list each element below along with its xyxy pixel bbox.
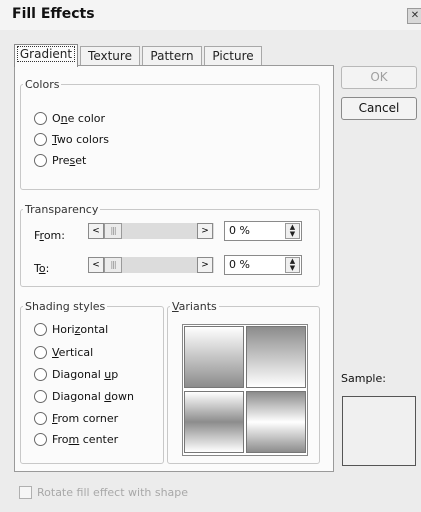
- sample-preview: [342, 396, 416, 466]
- radio-button-icon: [34, 367, 47, 381]
- shading-diagonal-up[interactable]: Diagonal up: [34, 367, 118, 383]
- shading-vertical[interactable]: Vertical: [34, 345, 93, 361]
- from-label: From:: [34, 229, 65, 242]
- from-transparency-value: 0 %: [229, 224, 250, 237]
- color-option-two[interactable]: Two colors: [34, 132, 109, 148]
- variants-legend: Variants: [172, 300, 217, 313]
- from-slider-thumb[interactable]: |||: [104, 223, 122, 239]
- shading-diagonal-down[interactable]: Diagonal down: [34, 389, 134, 405]
- color-option-preset-label: Preset: [52, 154, 87, 167]
- radio-button-icon: [34, 132, 47, 146]
- radio-button-icon: [34, 389, 47, 403]
- to-transparency-field[interactable]: 0 % ▲ ▼: [224, 255, 302, 275]
- rotate-fill-label: Rotate fill effect with shape: [37, 486, 189, 499]
- shading-from-center[interactable]: From center: [34, 432, 118, 448]
- from-slider-right-arrow-icon[interactable]: >: [197, 223, 213, 239]
- shading-from-corner-label: From corner: [52, 412, 119, 425]
- shading-from-corner[interactable]: From corner: [34, 411, 118, 427]
- radio-button-icon: [34, 111, 47, 125]
- spin-down-icon[interactable]: ▼: [286, 265, 299, 272]
- variant-top-left[interactable]: [184, 326, 244, 388]
- shading-from-center-label: From center: [52, 433, 119, 446]
- title-bar: Fill Effects ✕: [0, 0, 421, 30]
- to-label: To:: [34, 262, 50, 275]
- variants-grid: [182, 324, 308, 456]
- radio-button-icon: [34, 322, 47, 336]
- shading-horizontal-label: Horizontal: [52, 323, 109, 336]
- sample-label: Sample:: [341, 372, 386, 385]
- to-transparency-value: 0 %: [229, 258, 250, 271]
- color-option-one[interactable]: One color: [34, 111, 105, 127]
- spin-down-icon[interactable]: ▼: [286, 231, 299, 238]
- tab-gradient[interactable]: Gradient: [14, 44, 78, 67]
- close-icon[interactable]: ✕: [407, 8, 421, 24]
- from-slider-left-arrow-icon[interactable]: <: [88, 223, 104, 239]
- tab-gradient-label: Gradient: [16, 46, 76, 62]
- to-spin-button[interactable]: ▲ ▼: [285, 257, 300, 273]
- tab-texture[interactable]: Texture: [80, 46, 140, 66]
- radio-button-icon: [34, 432, 47, 446]
- shading-horizontal[interactable]: Horizontal: [34, 322, 108, 338]
- dialog-title: Fill Effects: [12, 6, 95, 22]
- shading-styles-legend: Shading styles: [25, 300, 106, 313]
- rotate-fill-checkbox[interactable]: Rotate fill effect with shape: [19, 485, 189, 500]
- color-option-preset[interactable]: Preset: [34, 153, 86, 169]
- variant-bottom-right[interactable]: [246, 391, 306, 453]
- color-option-two-label: Two colors: [52, 133, 109, 146]
- radio-button-icon: [34, 411, 47, 425]
- to-slider-right-arrow-icon[interactable]: >: [197, 257, 213, 273]
- from-transparency-field[interactable]: 0 % ▲ ▼: [224, 221, 302, 241]
- to-slider-thumb[interactable]: |||: [104, 257, 122, 273]
- shading-vertical-label: Vertical: [52, 346, 94, 359]
- transparency-legend: Transparency: [25, 203, 99, 216]
- ok-button[interactable]: OK: [341, 66, 417, 89]
- tab-picture[interactable]: Picture: [204, 46, 262, 66]
- cancel-button[interactable]: Cancel: [341, 97, 417, 120]
- to-slider-left-arrow-icon[interactable]: <: [88, 257, 104, 273]
- colors-legend: Colors: [25, 78, 60, 91]
- variant-bottom-left[interactable]: [184, 391, 244, 453]
- from-spin-button[interactable]: ▲ ▼: [285, 223, 300, 239]
- radio-button-icon: [34, 153, 47, 167]
- variant-top-right[interactable]: [246, 326, 306, 388]
- shading-diagonal-up-label: Diagonal up: [52, 368, 119, 381]
- shading-diagonal-down-label: Diagonal down: [52, 390, 134, 403]
- fill-effects-dialog: Fill Effects ✕ Gradient Texture Pattern …: [0, 0, 421, 512]
- tab-pattern[interactable]: Pattern: [142, 46, 202, 66]
- color-option-one-label: One color: [52, 112, 106, 125]
- radio-button-icon: [34, 345, 47, 359]
- checkbox-icon: [19, 485, 32, 499]
